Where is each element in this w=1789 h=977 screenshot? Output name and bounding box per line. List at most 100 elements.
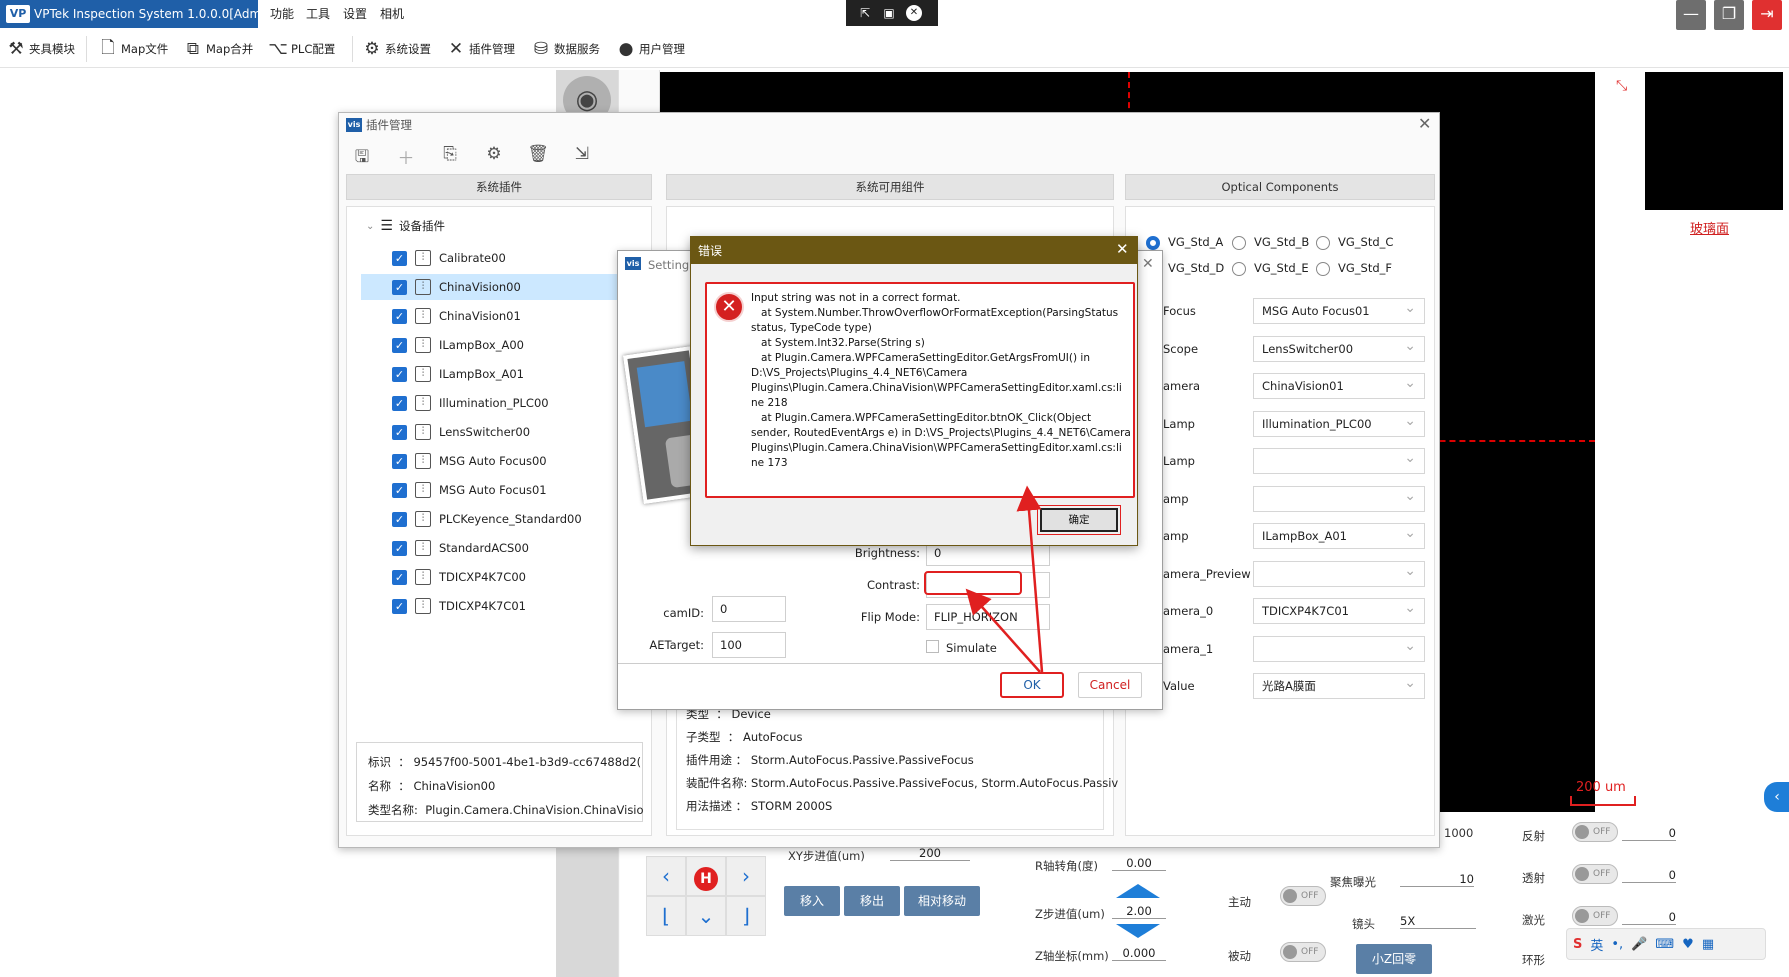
- plugin-tree-item[interactable]: ✓ ⫶ StandardACS00: [361, 535, 621, 561]
- plugin-window-close-icon[interactable]: ✕: [1418, 114, 1431, 133]
- toolbar-map-file[interactable]: 🗋 Map文件: [98, 36, 168, 62]
- tree-root[interactable]: ⌄ ☰ 设备插件: [366, 218, 445, 234]
- checkbox-checked-icon[interactable]: ✓: [392, 569, 407, 585]
- ok-button[interactable]: OK: [1000, 672, 1064, 698]
- save-icon[interactable]: 🖫: [350, 144, 374, 173]
- toolbar-plugin-manager[interactable]: ✕ 插件管理: [446, 36, 515, 62]
- z-step-value[interactable]: 2.00: [1112, 904, 1166, 919]
- checkbox-checked-icon[interactable]: ✓: [392, 308, 407, 324]
- plugin-tree-item[interactable]: ✓ ⫶ MSG Auto Focus00: [361, 448, 621, 474]
- plugin-tree-item[interactable]: ✓ ⫶ ChinaVision00: [361, 274, 621, 300]
- optical-field-select[interactable]: LensSwitcher00: [1253, 334, 1425, 362]
- ime-punct-icon[interactable]: •,: [1611, 937, 1623, 952]
- jog-down-right-button[interactable]: ⌋: [726, 896, 766, 936]
- toolbar-data-service[interactable]: ⛁ 数据服务: [531, 36, 600, 62]
- optical-field-select[interactable]: [1253, 559, 1425, 587]
- ime-skin-icon[interactable]: ♥: [1682, 937, 1694, 952]
- optical-field-select[interactable]: [1253, 484, 1425, 512]
- reflect-toggle[interactable]: OFF: [1572, 822, 1618, 842]
- optical-field-select[interactable]: MSG Auto Focus01: [1253, 296, 1425, 324]
- passive-toggle[interactable]: OFF: [1280, 942, 1326, 962]
- aetarget-input[interactable]: 100: [712, 632, 786, 658]
- checkbox-checked-icon[interactable]: ✓: [392, 511, 407, 527]
- checkbox-checked-icon[interactable]: ✓: [392, 598, 407, 614]
- jog-left-button[interactable]: ‹: [646, 856, 686, 896]
- laser-toggle[interactable]: OFF: [1572, 906, 1618, 926]
- simulate-checkbox[interactable]: [926, 640, 939, 653]
- error-ok-button[interactable]: 确定: [1037, 505, 1121, 535]
- exit-button[interactable]: ⇥: [1752, 0, 1782, 30]
- ime-lang[interactable]: 英: [1590, 935, 1603, 954]
- pin-icon[interactable]: ⇱: [856, 5, 874, 21]
- glass-surface-link[interactable]: 玻璃面: [1690, 218, 1729, 237]
- relative-move-button[interactable]: 相对移动: [904, 886, 980, 916]
- checkbox-checked-icon[interactable]: ✓: [392, 424, 407, 440]
- toolbar-plc-config[interactable]: ⌥ PLC配置: [268, 36, 335, 62]
- checkbox-checked-icon[interactable]: ✓: [392, 395, 407, 411]
- optical-field-select[interactable]: [1253, 446, 1425, 474]
- collapse-panel-icon[interactable]: ‹: [1764, 782, 1789, 812]
- plugin-tree-item[interactable]: ✓ ⫶ PLCKeyence_Standard00: [361, 506, 621, 532]
- ime-grid-icon[interactable]: ▦: [1702, 937, 1714, 952]
- optical-field-select[interactable]: Illumination_PLC00: [1253, 409, 1425, 437]
- focus-exposure-value[interactable]: 10: [1400, 872, 1474, 887]
- optical-field-select[interactable]: ChinaVision01: [1253, 371, 1425, 399]
- xy-step-value[interactable]: 200: [890, 846, 970, 861]
- menu-tools[interactable]: 工具: [306, 0, 330, 28]
- transmit-toggle[interactable]: OFF: [1572, 864, 1618, 884]
- radio-vg-std-a[interactable]: [1146, 236, 1160, 250]
- setting-dialog-close-icon[interactable]: ✕: [1142, 256, 1154, 272]
- jog-down-left-button[interactable]: ⌊: [646, 896, 686, 936]
- tab-available-components[interactable]: 系统可用组件: [666, 174, 1114, 200]
- flip-mode-select[interactable]: FLIP_HORIZON: [926, 604, 1050, 630]
- plugin-tree-item[interactable]: ✓ ⫶ ILampBox_A00: [361, 332, 621, 358]
- optical-field-select[interactable]: [1253, 634, 1425, 662]
- minimize-button[interactable]: —: [1676, 0, 1706, 30]
- plugin-tree-item[interactable]: ✓ ⫶ MSG Auto Focus01: [361, 477, 621, 503]
- ime-mic-icon[interactable]: 🎤: [1631, 937, 1647, 952]
- chevron-down-icon[interactable]: ⌄: [366, 221, 374, 232]
- optical-field-select[interactable]: 光路A膜面: [1253, 671, 1425, 699]
- lens-select[interactable]: 5X: [1400, 914, 1476, 929]
- cancel-button[interactable]: Cancel: [1078, 672, 1142, 698]
- edit-icon[interactable]: ⎘: [438, 144, 462, 164]
- plugin-tree-item[interactable]: ✓ ⫶ TDICXP4K7C00: [361, 564, 621, 590]
- checkbox-checked-icon[interactable]: ✓: [392, 337, 407, 353]
- ime-toolbar[interactable]: S 英 •, 🎤 ⌨ ♥ ▦: [1566, 928, 1766, 960]
- tab-system-plugins[interactable]: 系统插件: [346, 174, 652, 200]
- checkbox-checked-icon[interactable]: ✓: [392, 279, 407, 295]
- checkbox-checked-icon[interactable]: ✓: [392, 482, 407, 498]
- plugin-tree-item[interactable]: ✓ ⫶ ChinaVision01: [361, 303, 621, 329]
- plugin-tree-item[interactable]: ✓ ⫶ Illumination_PLC00: [361, 390, 621, 416]
- checkbox-checked-icon[interactable]: ✓: [392, 250, 407, 266]
- radio-vg-std-b[interactable]: [1232, 236, 1246, 250]
- active-toggle[interactable]: OFF: [1280, 886, 1326, 906]
- menu-settings[interactable]: 设置: [343, 0, 367, 28]
- close-remote-icon[interactable]: ✕: [906, 5, 922, 21]
- settings-icon[interactable]: ⚙: [482, 144, 506, 164]
- move-out-button[interactable]: 移出: [844, 886, 900, 916]
- checkbox-checked-icon[interactable]: ✓: [392, 453, 407, 469]
- expand-icon[interactable]: ⤡: [1616, 78, 1627, 94]
- z-up-button[interactable]: [1116, 884, 1160, 898]
- home-button[interactable]: H: [686, 856, 726, 896]
- jog-down-button[interactable]: ⌄: [686, 896, 726, 936]
- ime-keyboard-icon[interactable]: ⌨: [1655, 937, 1674, 952]
- jog-right-button[interactable]: ›: [726, 856, 766, 896]
- plugin-tree-item[interactable]: ✓ ⫶ TDICXP4K7C01: [361, 593, 621, 619]
- move-in-button[interactable]: 移入: [784, 886, 840, 916]
- plugin-tree-item[interactable]: ✓ ⫶ LensSwitcher00: [361, 419, 621, 445]
- checkbox-checked-icon[interactable]: ✓: [392, 366, 407, 382]
- delete-icon[interactable]: 🗑: [526, 144, 550, 164]
- laser-value[interactable]: 0: [1622, 910, 1676, 925]
- toolbar-system-settings[interactable]: ⚙ 系统设置: [362, 36, 431, 62]
- plugin-tree-item[interactable]: ✓ ⫶ Calibrate00: [361, 245, 621, 271]
- thumbnail-view[interactable]: [1645, 72, 1783, 210]
- optical-field-select[interactable]: TDICXP4K7C01: [1253, 596, 1425, 624]
- export-icon[interactable]: ⇲: [570, 144, 594, 164]
- toolbar-user-manager[interactable]: ● 用户管理: [616, 36, 685, 62]
- camid-input[interactable]: 0: [712, 596, 786, 622]
- maximize-button[interactable]: ❐: [1714, 0, 1744, 30]
- add-icon[interactable]: ＋: [394, 144, 418, 169]
- menu-camera[interactable]: 相机: [380, 0, 404, 28]
